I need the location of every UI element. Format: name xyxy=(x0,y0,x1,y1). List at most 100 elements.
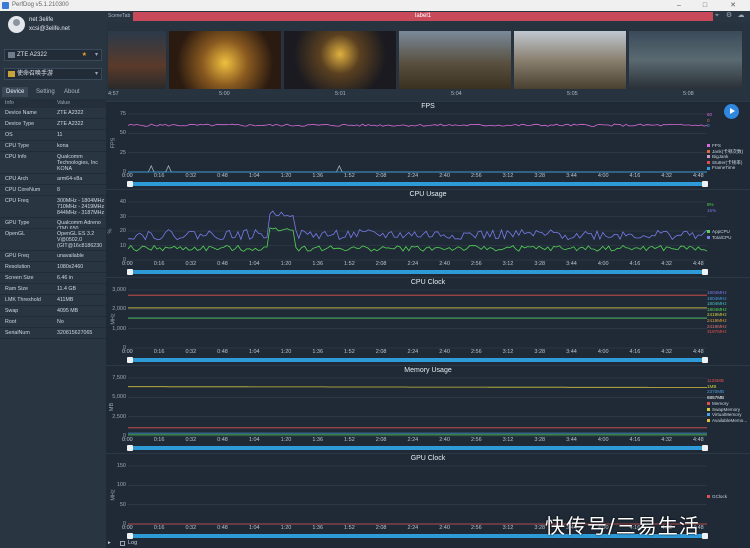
info-row: Resolution 1080x2460 xyxy=(0,262,106,273)
app-icon xyxy=(8,71,15,77)
x-tick-label: 2:40 xyxy=(439,525,450,531)
scene-bar: SceneTab label1 ⌖ ⚙ ☁ xyxy=(106,11,750,22)
screenshot-thumb[interactable] xyxy=(169,31,281,89)
x-tick-label: 3:28 xyxy=(534,437,546,443)
tab-setting[interactable]: Setting xyxy=(32,87,59,97)
timeline-scrollbar[interactable] xyxy=(127,181,708,187)
label-bar[interactable]: label1 xyxy=(133,12,713,21)
x-tick-label: 3:12 xyxy=(502,261,514,267)
screenshot-thumb[interactable] xyxy=(284,31,396,89)
location-icon[interactable]: ⌖ xyxy=(713,12,721,20)
minimize-icon[interactable]: – xyxy=(668,0,690,11)
chart-legend: AppCPU TotalCPU xyxy=(707,229,731,240)
legend-label: Stutter(卡顿率) xyxy=(712,159,743,165)
play-button[interactable] xyxy=(724,104,739,119)
legend-values: 1804MHz 1804MHz 1804MHz 1804MHz 2419MHz 2419M… xyxy=(707,290,727,335)
x-tick-label: 0:00 xyxy=(122,349,133,355)
star-icon[interactable]: ★ xyxy=(82,50,87,60)
x-tick-label: 4:48 xyxy=(693,437,704,443)
legend-item[interactable]: AvailableMemo... xyxy=(707,418,747,424)
info-key: LMK Threshold xyxy=(5,297,41,303)
expand-icon[interactable]: ▸ xyxy=(108,540,111,546)
legend-swatch xyxy=(707,166,710,170)
log-checkbox[interactable] xyxy=(120,541,125,546)
info-key: Resolution xyxy=(5,264,31,270)
legend-value: 16% xyxy=(707,207,717,213)
legend-item[interactable]: TotalCPU xyxy=(707,235,731,241)
window-title: PerfDog v5.1.210300 xyxy=(12,2,69,8)
close-icon[interactable]: ✕ xyxy=(722,0,744,11)
legend-item[interactable]: FrameTime xyxy=(707,165,743,171)
x-tick-label: 3:28 xyxy=(534,525,546,531)
x-tick-label: 2:08 xyxy=(375,525,387,531)
info-row: Swap 4095 MB xyxy=(0,306,106,317)
value-column-header: Value xyxy=(57,100,71,106)
legend-value: 1804MHz xyxy=(707,290,727,295)
info-row: CPU CoreNum 8 xyxy=(0,185,106,196)
user-profile: net 3elife xcsi@3elife.net xyxy=(0,11,106,41)
x-tick-label: 0:16 xyxy=(153,173,165,179)
info-value: 411MB xyxy=(57,297,74,303)
info-column-header: Info xyxy=(5,100,14,106)
x-tick-label: 2:24 xyxy=(407,173,419,179)
x-tick-label: 2:56 xyxy=(470,437,482,443)
legend-item[interactable]: GClock xyxy=(707,494,727,500)
scene-tab-label[interactable]: SceneTab xyxy=(108,13,130,19)
x-tick-label: 1:36 xyxy=(312,261,324,267)
info-row: OpenGL OpenGL ES 3.2 V@0502.0 (GIT@16c818… xyxy=(0,229,106,251)
info-key: CPU Info xyxy=(5,154,27,160)
settings-icon[interactable]: ⚙ xyxy=(725,12,733,20)
info-value: 11 xyxy=(57,132,63,138)
x-tick-label: 1:04 xyxy=(248,261,260,267)
legend-value: 3187MHz xyxy=(707,329,727,335)
screenshot-thumb[interactable] xyxy=(399,31,511,89)
screenshot-thumb[interactable] xyxy=(629,31,742,89)
watermark: 快传号/三易生活 xyxy=(545,514,700,538)
x-tick-label: 2:40 xyxy=(439,261,450,267)
timeline-scrollbar[interactable] xyxy=(127,445,708,451)
maximize-icon[interactable]: □ xyxy=(694,0,716,11)
x-tick-label: 4:32 xyxy=(661,173,672,179)
legend-label: Jank(卡顿次数) xyxy=(712,148,744,154)
x-tick-label: 3:12 xyxy=(502,437,514,443)
avatar[interactable] xyxy=(8,16,25,33)
log-label: Log xyxy=(128,540,138,546)
x-tick-label: 2:24 xyxy=(407,261,419,267)
legend-swatch xyxy=(707,407,710,411)
timeline-scrollbar[interactable] xyxy=(127,357,708,363)
main-area: SceneTab label1 ⌖ ⚙ ☁ 4:57 5:00 5:01 5:0… xyxy=(106,11,750,548)
x-tick-label: 0:48 xyxy=(217,437,228,443)
app-dropdown[interactable]: 使命召唤手游 ▾ xyxy=(4,68,102,80)
x-tick-label: 1:04 xyxy=(248,173,260,179)
info-value: Qualcomm Technologies, Inc KONA xyxy=(57,154,98,172)
x-tick-label: 3:44 xyxy=(566,437,577,443)
info-value: 8 xyxy=(57,187,60,193)
x-tick-label: 4:00 xyxy=(597,261,609,267)
cloud-icon[interactable]: ☁ xyxy=(737,12,745,20)
x-tick-label: 3:12 xyxy=(502,525,514,531)
info-row: Device Type ZTE A2322 xyxy=(0,119,106,130)
legend-swatch xyxy=(707,402,710,406)
x-tick-label: 3:28 xyxy=(534,173,546,179)
tab-about[interactable]: About xyxy=(60,87,84,97)
x-tick-label: 1:52 xyxy=(344,525,355,531)
legend-value: 0 xyxy=(707,123,710,129)
legend-value: 6857MB xyxy=(707,394,725,400)
device-dropdown[interactable]: ZTE A2322 ★ ▾ xyxy=(4,49,102,61)
timeline-scrollbar[interactable] xyxy=(127,269,708,275)
screenshot-thumb[interactable] xyxy=(514,31,626,89)
legend-label: TotalCPU xyxy=(712,234,732,240)
x-tick-label: 3:12 xyxy=(502,349,514,355)
tab-device[interactable]: Device xyxy=(2,87,29,97)
chart-panel-cpu-usage: CPU Usage% 40 30 20 10 0 0:00 0:16 0:32 0:48 1:04 1… xyxy=(106,189,750,277)
info-row: CPU Info Qualcomm Technologies, Inc KONA xyxy=(0,152,106,174)
screenshot-thumb[interactable] xyxy=(108,31,166,89)
x-tick-label: 2:40 xyxy=(439,173,450,179)
x-tick-label: 1:20 xyxy=(280,525,292,531)
strip-time: 5:00 xyxy=(219,91,230,97)
x-tick-label: 4:48 xyxy=(693,349,704,355)
strip-time: 5:08 xyxy=(683,91,694,97)
chart-legend: FPS Jank(卡顿次数) BigJank Stutter(卡顿率) FrameTim… xyxy=(707,143,743,171)
user-email: xcsi@3elife.net xyxy=(29,26,70,32)
x-tick-label: 2:40 xyxy=(439,437,450,443)
